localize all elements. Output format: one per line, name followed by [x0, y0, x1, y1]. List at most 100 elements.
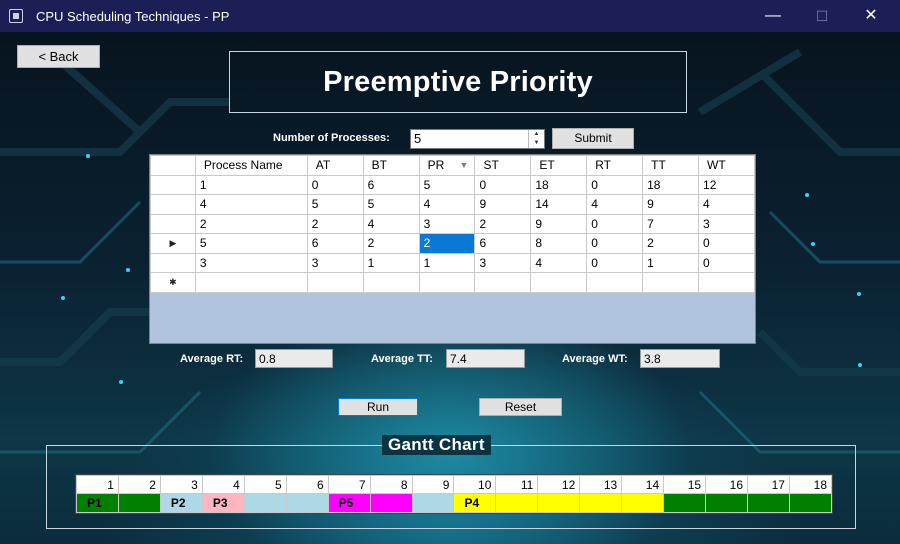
table-cell[interactable]: 6: [474, 233, 532, 254]
row-header[interactable]: [150, 194, 196, 215]
column-header-bt[interactable]: BT: [362, 155, 420, 176]
table-cell[interactable]: [586, 272, 644, 293]
process-count-stepper[interactable]: 5 ▲ ▼: [410, 129, 545, 149]
average-tt-field[interactable]: 7.4: [446, 349, 525, 368]
table-cell[interactable]: 5: [194, 233, 308, 254]
table-cell[interactable]: [362, 272, 420, 293]
row-header[interactable]: [150, 174, 196, 195]
table-cell[interactable]: 4: [418, 194, 476, 215]
column-header-tt[interactable]: TT: [642, 155, 700, 176]
submit-button[interactable]: Submit: [552, 128, 634, 149]
process-table[interactable]: Process Name AT BT PR ▼ ST ET RT TT WT 1 0 6 5 0 18 0 18 1…: [150, 155, 755, 293]
table-cell[interactable]: 2: [642, 233, 700, 254]
table-cell[interactable]: [306, 272, 364, 293]
table-row[interactable]: ▶ 5 6 2 2 6 8 0 2 0: [150, 233, 755, 254]
table-cell[interactable]: 5: [418, 174, 476, 195]
table-row[interactable]: 1 0 6 5 0 18 0 18 12: [150, 174, 755, 195]
table-cell[interactable]: [642, 272, 700, 293]
table-cell[interactable]: 1: [642, 252, 700, 273]
table-cell[interactable]: 2: [474, 213, 532, 234]
table-cell[interactable]: 9: [642, 194, 700, 215]
average-wt-field[interactable]: 3.8: [640, 349, 720, 368]
stepper-buttons[interactable]: ▲ ▼: [528, 130, 544, 148]
table-cell[interactable]: 4: [698, 194, 755, 215]
table-cell[interactable]: [530, 272, 588, 293]
table-cell[interactable]: 9: [530, 213, 588, 234]
back-button[interactable]: < Back: [17, 45, 100, 68]
table-cell[interactable]: 0: [698, 252, 755, 273]
table-cell[interactable]: 0: [586, 174, 644, 195]
table-cell[interactable]: 1: [418, 252, 476, 273]
table-cell[interactable]: 0: [306, 174, 364, 195]
close-icon[interactable]: ✕: [855, 4, 887, 28]
table-row[interactable]: 331134010: [150, 252, 755, 273]
grid-corner[interactable]: [150, 155, 196, 176]
table-cell[interactable]: 5: [362, 194, 420, 215]
table-cell[interactable]: 0: [698, 233, 755, 254]
stepper-down-icon[interactable]: ▼: [529, 139, 544, 148]
table-cell[interactable]: 12: [698, 174, 755, 195]
table-cell[interactable]: 6: [306, 233, 364, 254]
average-rt-field[interactable]: 0.8: [255, 349, 333, 368]
gantt-bar-row: P1 P2 P3 P5 P4: [76, 493, 833, 513]
table-cell[interactable]: [418, 272, 476, 293]
table-cell[interactable]: [698, 272, 755, 293]
table-cell[interactable]: 3: [474, 252, 532, 273]
table-cell[interactable]: 0: [586, 233, 644, 254]
table-cell[interactable]: 3: [698, 213, 755, 234]
table-cell[interactable]: 7: [642, 213, 700, 234]
table-cell[interactable]: 0: [586, 213, 644, 234]
run-button[interactable]: Run: [338, 398, 418, 416]
column-header-rt[interactable]: RT: [586, 155, 644, 176]
table-cell[interactable]: 18: [642, 174, 700, 195]
table-cell[interactable]: 0: [586, 252, 644, 273]
gantt-chart: 1 2 3 4 5 6 7 8 9 10 11 12 13 14 15 16 17 18 P1 P2 P3 P5 P4: [75, 474, 833, 514]
row-header[interactable]: [150, 252, 196, 273]
table-cell[interactable]: 2: [418, 233, 476, 254]
table-cell[interactable]: 18: [530, 174, 588, 195]
table-cell[interactable]: 9: [474, 194, 532, 215]
table-cell[interactable]: 4: [194, 194, 308, 215]
gantt-cell: P4: [453, 493, 497, 513]
column-header-label: ST: [483, 158, 499, 173]
stepper-up-icon[interactable]: ▲: [529, 130, 544, 139]
new-row-icon[interactable]: ✱: [150, 272, 196, 293]
table-cell[interactable]: 4: [362, 213, 420, 234]
maximize-icon[interactable]: ☐: [806, 4, 838, 28]
table-cell[interactable]: 14: [530, 194, 588, 215]
table-cell[interactable]: 5: [306, 194, 364, 215]
table-cell[interactable]: 3: [418, 213, 476, 234]
table-cell[interactable]: 0: [474, 174, 532, 195]
table-cell[interactable]: 4: [530, 252, 588, 273]
table-cell[interactable]: 3: [194, 252, 308, 273]
process-grid[interactable]: Process Name AT BT PR ▼ ST ET RT TT WT 1 0 6 5 0 18 0 18 1…: [149, 154, 756, 344]
column-header-pr[interactable]: PR ▼: [418, 155, 476, 176]
column-header-at[interactable]: AT: [306, 155, 364, 176]
gantt-time-label: 3: [159, 475, 203, 494]
table-cell[interactable]: [474, 272, 532, 293]
table-row[interactable]: 224329073: [150, 213, 755, 234]
table-cell[interactable]: 6: [362, 174, 420, 195]
reset-button[interactable]: Reset: [479, 398, 562, 416]
table-cell[interactable]: 1: [362, 252, 420, 273]
table-cell[interactable]: 2: [194, 213, 308, 234]
table-cell[interactable]: 8: [530, 233, 588, 254]
gantt-time-label: 7: [327, 475, 371, 494]
current-row-icon[interactable]: ▶: [150, 233, 196, 254]
table-cell[interactable]: 2: [362, 233, 420, 254]
table-row[interactable]: ✱: [150, 272, 755, 293]
row-header[interactable]: [150, 213, 196, 234]
table-cell[interactable]: 2: [306, 213, 364, 234]
minimize-icon[interactable]: —: [757, 4, 789, 28]
column-header-process-name[interactable]: Process Name: [194, 155, 308, 176]
table-cell[interactable]: 4: [586, 194, 644, 215]
table-cell[interactable]: [194, 272, 308, 293]
table-row[interactable]: 4 5 5 4 9 14 4 9 4: [150, 194, 755, 215]
table-cell[interactable]: 1: [194, 174, 308, 195]
table-cell[interactable]: 3: [306, 252, 364, 273]
column-header-wt[interactable]: WT: [698, 155, 755, 176]
average-wt-label: Average WT:: [562, 353, 628, 365]
column-header-et[interactable]: ET: [530, 155, 588, 176]
column-header-st[interactable]: ST: [474, 155, 532, 176]
gantt-title: Gantt Chart: [382, 435, 491, 455]
